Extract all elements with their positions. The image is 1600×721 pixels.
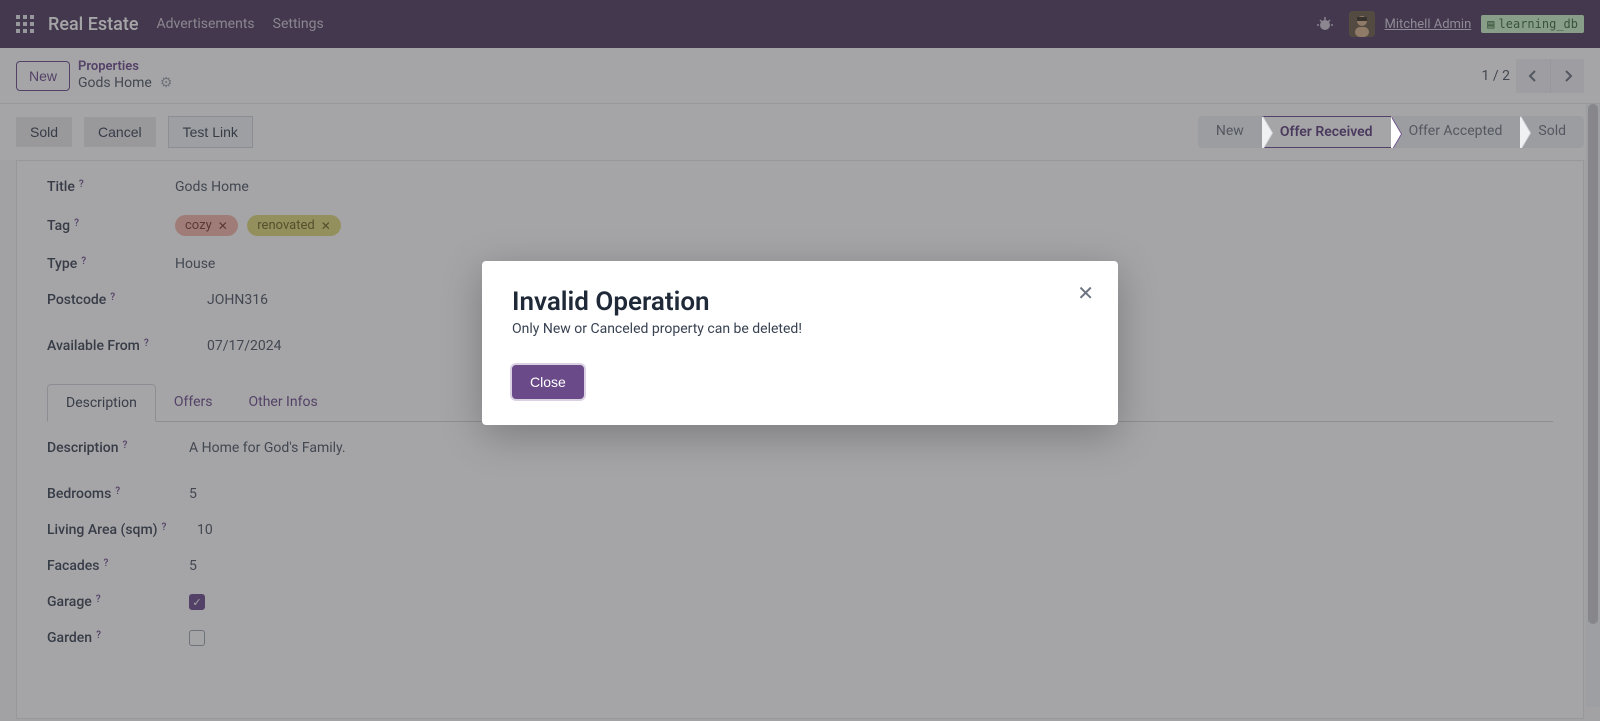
modal-dialog: ✕ Invalid Operation Only New or Canceled…: [482, 261, 1118, 425]
modal-overlay: ✕ Invalid Operation Only New or Canceled…: [0, 0, 1600, 721]
modal-close-button[interactable]: Close: [512, 365, 584, 399]
modal-message: Only New or Canceled property can be del…: [512, 321, 1088, 337]
modal-title: Invalid Operation: [512, 287, 1088, 317]
modal-close-icon[interactable]: ✕: [1077, 281, 1094, 305]
